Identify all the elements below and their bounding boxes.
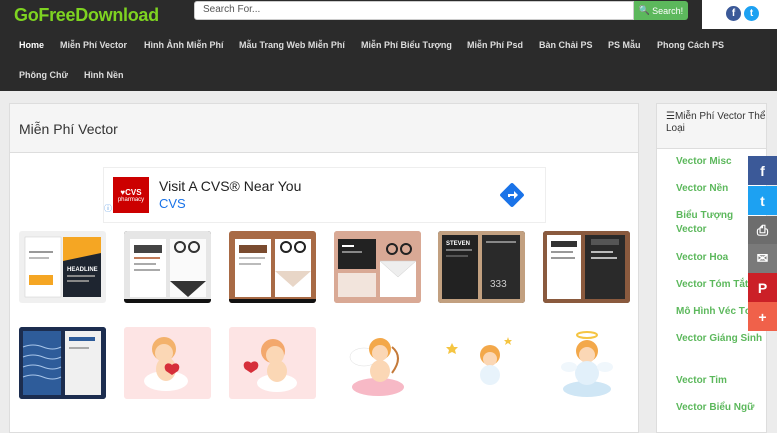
- vector-thumbnail[interactable]: HEADLINE: [19, 231, 106, 303]
- thumbnail-name-text: STEVEN: [446, 241, 470, 247]
- directions-icon[interactable]: [499, 182, 525, 208]
- nav-home[interactable]: Home: [19, 40, 44, 50]
- social-links: f t: [702, 0, 777, 29]
- vector-thumbnail[interactable]: [334, 231, 421, 303]
- vector-thumbnail[interactable]: [438, 327, 525, 399]
- share-twitter-icon[interactable]: t: [748, 186, 777, 215]
- site-logo[interactable]: GoFreeDownload: [14, 5, 159, 26]
- nav-free-vector[interactable]: Miễn Phí Vector: [60, 40, 127, 50]
- main-panel: Miễn Phí Vector ♥CVS pharmacy Visit A CV…: [9, 103, 639, 433]
- vector-thumbnail[interactable]: [19, 327, 106, 399]
- search-button-label: Search!: [652, 5, 684, 16]
- panel-header: Miễn Phí Vector: [10, 104, 638, 153]
- share-more-icon[interactable]: +: [748, 302, 777, 331]
- nav-free-icons[interactable]: Miễn Phí Biểu Tượng: [361, 40, 452, 50]
- search-icon: 🔍: [638, 5, 651, 15]
- share-facebook-icon[interactable]: f: [748, 156, 777, 185]
- vector-thumbnail[interactable]: [543, 327, 630, 399]
- nav-free-images[interactable]: Hình Ảnh Miễn Phí: [144, 40, 224, 50]
- nav-fonts[interactable]: Phông Chữ: [19, 70, 68, 80]
- sidebar-item-hearts[interactable]: Vector Tim: [676, 374, 764, 388]
- cvs-logo-sub: pharmacy: [117, 196, 145, 203]
- facebook-icon[interactable]: f: [726, 6, 741, 21]
- thumbnail-headline-text: HEADLINE: [67, 267, 98, 273]
- ad-info-icon[interactable]: ⓘ: [104, 203, 112, 214]
- nav-web-templates[interactable]: Mẫu Trang Web Miễn Phí: [239, 40, 345, 50]
- nav-ps-brushes[interactable]: Bàn Chải PS: [539, 40, 593, 50]
- search-button[interactable]: 🔍 Search!: [634, 1, 688, 20]
- vector-thumbnail[interactable]: [334, 327, 421, 399]
- nav-wallpapers[interactable]: Hình Nền: [84, 70, 124, 80]
- sidebar-title: ☰Miễn Phí Vector Thể Loại: [666, 111, 766, 135]
- sidebar-item-banners[interactable]: Vector Biểu Ngữ: [676, 401, 764, 415]
- vector-thumbnail[interactable]: [543, 231, 630, 303]
- ad-subtitle[interactable]: CVS: [159, 196, 186, 211]
- twitter-icon[interactable]: t: [744, 6, 759, 21]
- sidebar-item-christmas[interactable]: Vector Giáng Sinh: [676, 332, 764, 346]
- sidebar-header: ☰Miễn Phí Vector Thể Loại: [657, 104, 766, 149]
- vector-thumbnail[interactable]: STEVEN 333: [438, 231, 525, 303]
- vector-thumbnail[interactable]: [229, 327, 316, 399]
- share-pinterest-icon[interactable]: P: [748, 273, 777, 302]
- thumbnail-number-text: 333: [490, 279, 507, 290]
- page-title: Miễn Phí Vector: [19, 121, 118, 137]
- vector-thumbnail[interactable]: [229, 231, 316, 303]
- list-icon: ☰: [666, 111, 675, 122]
- ad-title[interactable]: Visit A CVS® Near You: [159, 178, 301, 194]
- nav-ps-styles[interactable]: Phong Cách PS: [657, 40, 724, 50]
- search-input[interactable]: Search For...: [194, 1, 634, 20]
- vector-thumbnail[interactable]: [124, 231, 211, 303]
- cvs-logo-text: ♥CVS: [120, 187, 142, 197]
- cvs-logo: ♥CVS pharmacy: [113, 177, 149, 213]
- ad-banner[interactable]: ♥CVS pharmacy Visit A CVS® Near You CVS …: [103, 167, 546, 223]
- nav-ps-templates[interactable]: PS Mẫu: [608, 40, 641, 50]
- nav-free-psd[interactable]: Miễn Phí Psd: [467, 40, 523, 50]
- share-print-icon[interactable]: ⎙: [748, 216, 777, 245]
- sidebar-title-text: Miễn Phí Vector Thể Loại: [666, 111, 766, 134]
- share-email-icon[interactable]: ✉: [748, 244, 777, 273]
- vector-thumbnail[interactable]: [124, 327, 211, 399]
